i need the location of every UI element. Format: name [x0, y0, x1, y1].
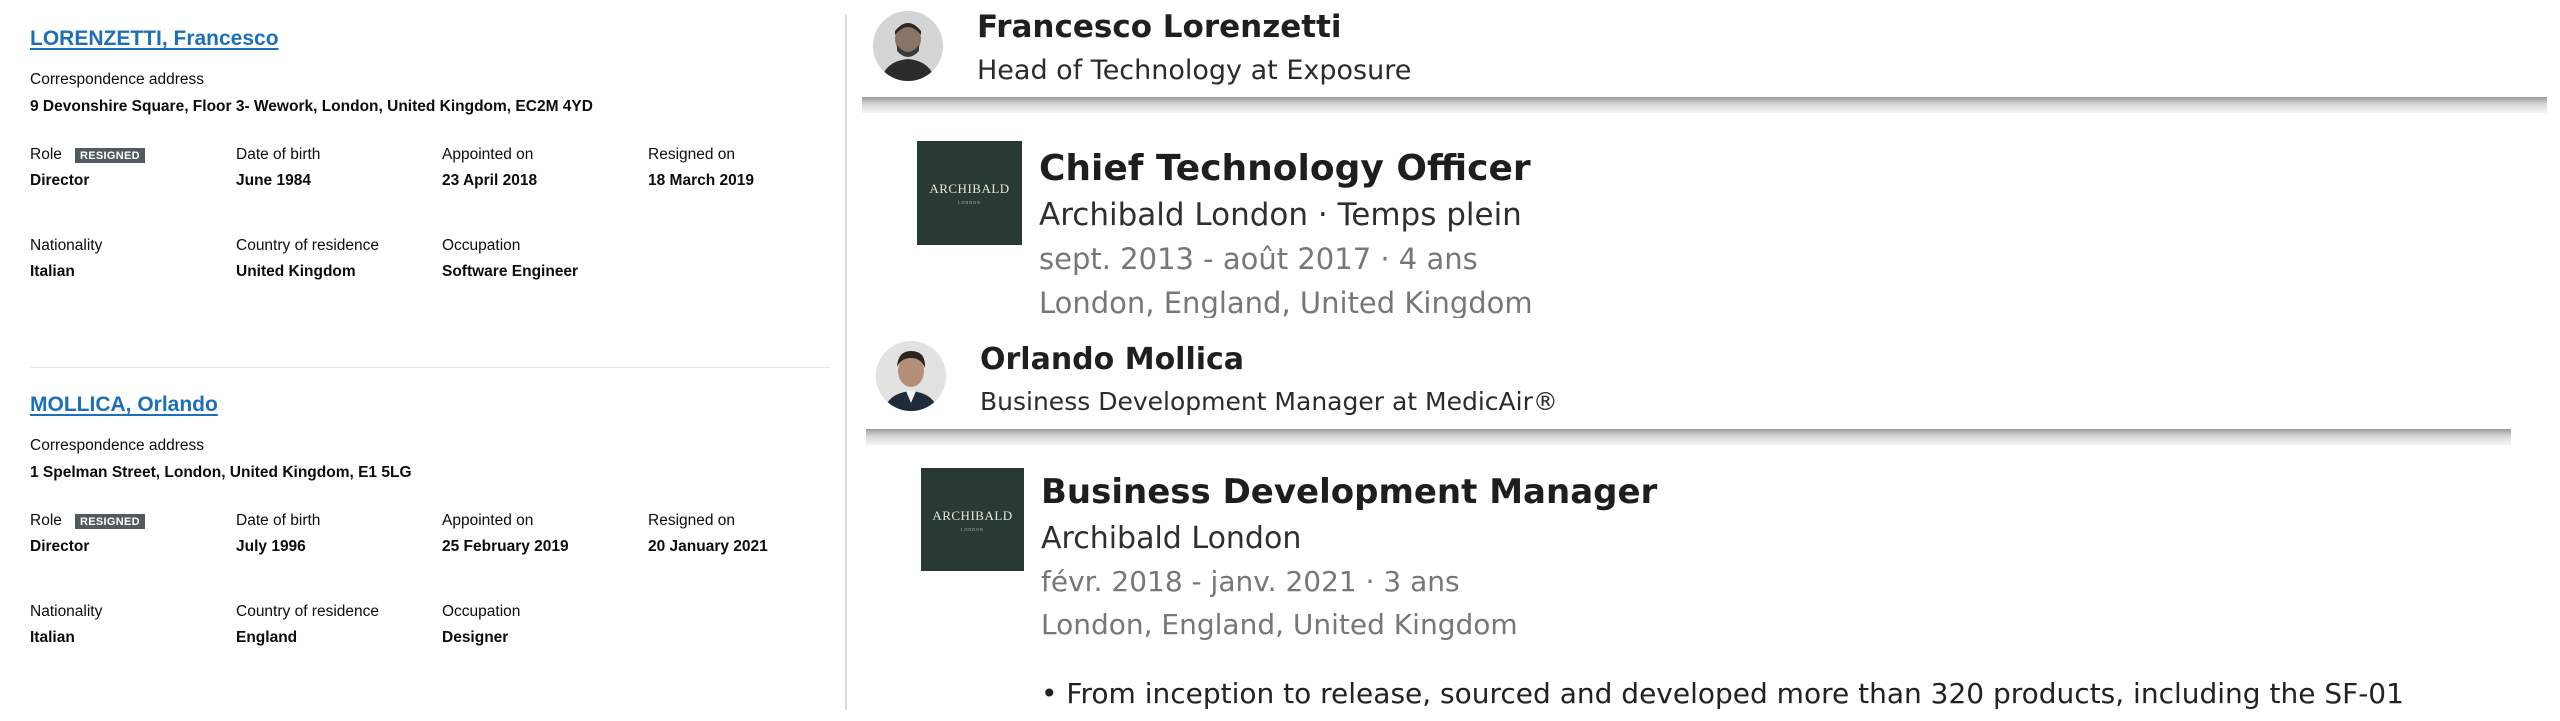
residence-value: United Kingdom [236, 263, 356, 280]
officers-panel: LORENZETTI, Francesco Correspondence add… [0, 0, 845, 721]
profile-name: Francesco Lorenzetti [977, 9, 1342, 45]
correspondence-label: Correspondence address [30, 437, 205, 454]
logo-subtext: LONDON [961, 526, 984, 532]
appointed-label: Appointed on [442, 512, 534, 529]
experience-title: Chief Technology Officer [1039, 148, 1531, 189]
dob-value: June 1984 [236, 172, 311, 189]
section-shadow [866, 429, 2511, 445]
experience-title: Business Development Manager [1041, 472, 1658, 512]
residence-label: Country of residence [236, 603, 380, 620]
appointed-value: 25 February 2019 [442, 538, 569, 555]
logo-wordmark: ARCHIBALD [932, 507, 1013, 523]
occupation-value: Designer [442, 629, 509, 646]
panel-divider [845, 15, 847, 710]
dob-value: July 1996 [236, 538, 306, 555]
profile-headline: Business Development Manager at MedicAir… [980, 387, 1558, 416]
resigned-label: Resigned on [648, 512, 736, 529]
experience-company: Archibald London [1041, 521, 1302, 556]
residence-value: England [236, 629, 298, 646]
experience-location: London, England, United Kingdom [1041, 608, 1518, 641]
dob-label: Date of birth [236, 146, 321, 163]
experience-card: ARCHIBALD LONDON Business Development Ma… [866, 445, 2556, 710]
experience-dates: févr. 2018 - janv. 2021 · 3 ans [1041, 565, 1460, 598]
experience-location: London, England, United Kingdom [1039, 286, 1533, 318]
experience-card: ARCHIBALD LONDON Chief Technology Office… [862, 113, 2552, 318]
status-badge: RESIGNED [75, 148, 145, 163]
profile-headline: Head of Technology at Exposure [977, 55, 1412, 86]
correspondence-address: 9 Devonshire Square, Floor 3- Wework, Lo… [30, 98, 593, 115]
officer-name-link[interactable]: MOLLICA, Orlando [30, 393, 218, 417]
company-logo: ARCHIBALD LONDON [917, 141, 1022, 245]
residence-label: Country of residence [236, 237, 380, 254]
role-value: Director [30, 538, 90, 555]
logo-wordmark: ARCHIBALD [929, 181, 1010, 196]
resigned-value: 18 March 2019 [648, 172, 754, 189]
logo-subtext: LONDON [958, 200, 981, 205]
role-label: Role [30, 512, 62, 529]
status-badge: RESIGNED [75, 514, 145, 529]
profile-avatar [876, 341, 946, 411]
role-value: Director [30, 172, 90, 189]
resigned-value: 20 January 2021 [648, 538, 768, 555]
company-logo: ARCHIBALD LONDON [921, 468, 1024, 571]
occupation-label: Occupation [442, 603, 521, 620]
resigned-label: Resigned on [648, 146, 736, 163]
correspondence-address: 1 Spelman Street, London, United Kingdom… [30, 464, 412, 481]
section-shadow [862, 97, 2547, 113]
experience-company: Archibald London · Temps plein [1039, 197, 1522, 233]
correspondence-label: Correspondence address [30, 71, 205, 88]
experience-dates: sept. 2013 - août 2017 · 4 ans [1039, 242, 1478, 276]
profile-name: Orlando Mollica [980, 342, 1245, 377]
nationality-value: Italian [30, 629, 75, 646]
appointed-label: Appointed on [442, 146, 534, 163]
experience-description: • From inception to release, sourced and… [1041, 677, 2404, 710]
role-label: Role [30, 146, 62, 163]
appointed-value: 23 April 2018 [442, 172, 538, 189]
occupation-label: Occupation [442, 237, 521, 254]
person-icon [873, 11, 943, 81]
person-icon [876, 341, 946, 411]
occupation-value: Software Engineer [442, 263, 579, 280]
nationality-label: Nationality [30, 603, 103, 620]
nationality-value: Italian [30, 263, 75, 280]
profile-avatar [873, 11, 943, 81]
dob-label: Date of birth [236, 512, 321, 529]
nationality-label: Nationality [30, 237, 103, 254]
record-divider [30, 367, 830, 368]
officer-name-link[interactable]: LORENZETTI, Francesco [30, 27, 279, 51]
